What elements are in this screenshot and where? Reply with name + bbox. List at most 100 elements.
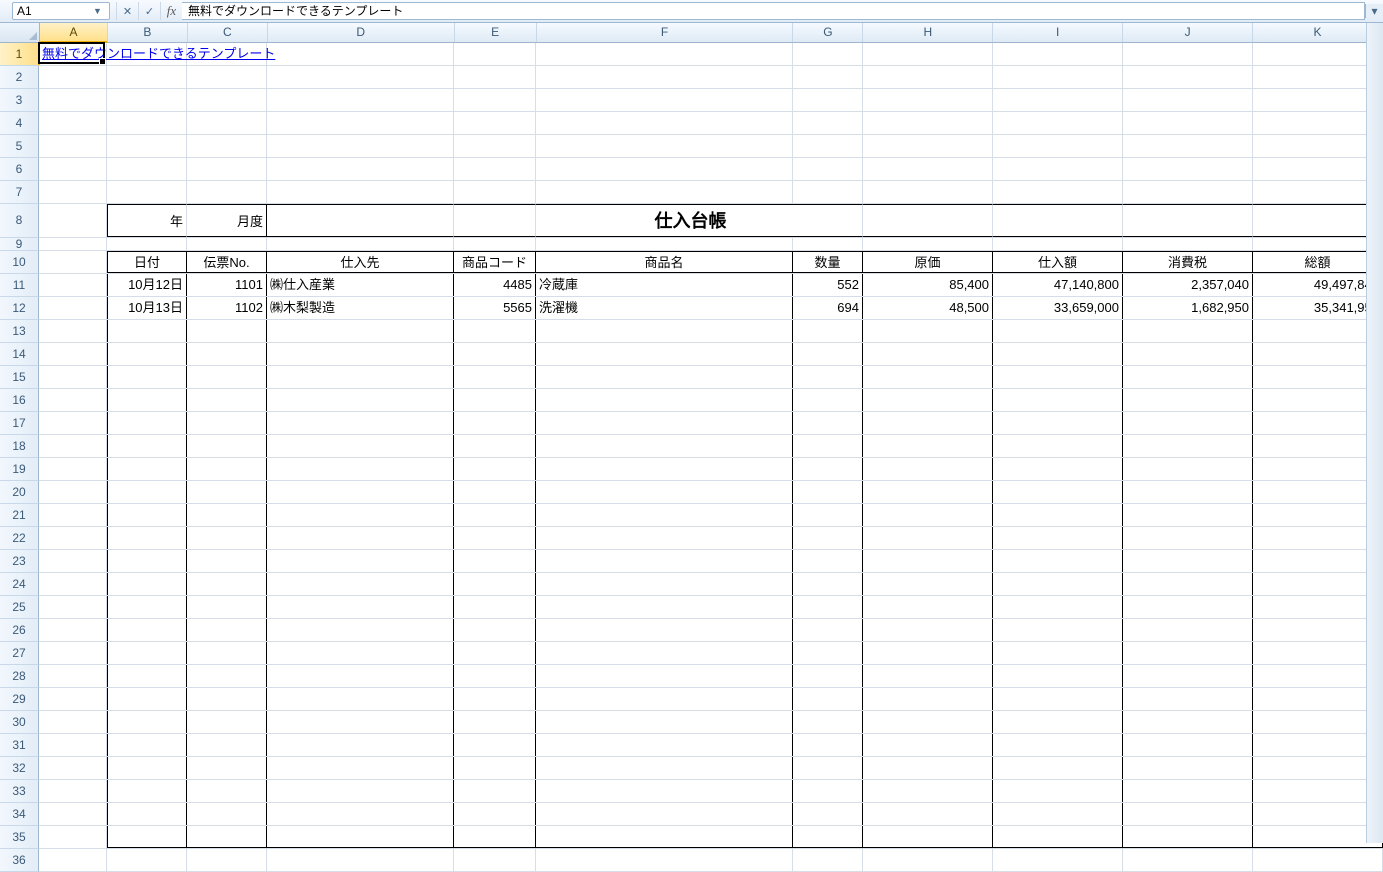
cell[interactable] xyxy=(39,274,107,296)
formula-input[interactable]: 無料でダウンロードできるテンプレート xyxy=(182,2,1365,20)
cell[interactable] xyxy=(536,734,793,756)
cell[interactable] xyxy=(536,619,793,641)
cell[interactable] xyxy=(1123,389,1253,411)
cell[interactable] xyxy=(863,780,993,802)
cell[interactable] xyxy=(267,458,454,480)
cell[interactable] xyxy=(454,665,536,687)
cell[interactable] xyxy=(863,89,993,111)
cell[interactable] xyxy=(187,158,267,180)
cell[interactable] xyxy=(454,66,536,88)
cell[interactable] xyxy=(993,619,1123,641)
hdr-slipno[interactable]: 伝票No. xyxy=(187,251,267,273)
name-box-dropdown-icon[interactable]: ▼ xyxy=(90,6,105,16)
cell[interactable] xyxy=(39,550,107,572)
cell[interactable] xyxy=(793,642,863,664)
cell[interactable] xyxy=(107,89,187,111)
cell[interactable] xyxy=(793,43,863,65)
cell[interactable] xyxy=(39,504,107,526)
cell[interactable] xyxy=(993,803,1123,825)
cell[interactable] xyxy=(536,66,793,88)
cell[interactable] xyxy=(1253,181,1383,203)
cell[interactable] xyxy=(1123,89,1253,111)
cell[interactable] xyxy=(993,181,1123,203)
cell[interactable] xyxy=(1123,757,1253,779)
cell[interactable] xyxy=(1253,757,1383,779)
cell[interactable] xyxy=(267,238,454,250)
row-header[interactable]: 3 xyxy=(0,89,39,112)
cell[interactable] xyxy=(107,619,187,641)
cell[interactable] xyxy=(536,596,793,618)
cell[interactable] xyxy=(107,757,187,779)
cell[interactable] xyxy=(863,389,993,411)
cell[interactable] xyxy=(39,688,107,710)
cell[interactable] xyxy=(863,757,993,779)
cell[interactable] xyxy=(187,826,267,848)
cell[interactable] xyxy=(863,112,993,134)
cell[interactable] xyxy=(793,135,863,157)
cell[interactable] xyxy=(863,343,993,365)
cell[interactable] xyxy=(454,343,536,365)
cell[interactable] xyxy=(993,734,1123,756)
cell[interactable] xyxy=(1253,435,1383,457)
col-header-K[interactable]: K xyxy=(1253,23,1383,42)
cell[interactable] xyxy=(536,320,793,342)
cell[interactable] xyxy=(1123,181,1253,203)
cell[interactable] xyxy=(1253,688,1383,710)
cell[interactable] xyxy=(267,481,454,503)
cell[interactable] xyxy=(1123,826,1253,848)
cell[interactable] xyxy=(1253,826,1383,848)
row-header[interactable]: 9 xyxy=(0,238,39,251)
cell[interactable] xyxy=(267,366,454,388)
cell[interactable] xyxy=(454,135,536,157)
col-header-J[interactable]: J xyxy=(1123,23,1253,42)
cell[interactable] xyxy=(863,238,993,250)
col-header-H[interactable]: H xyxy=(863,23,993,42)
cell[interactable] xyxy=(1253,366,1383,388)
row-header[interactable]: 35 xyxy=(0,826,39,849)
cell-productname[interactable]: 洗濯機 xyxy=(536,297,793,319)
cell[interactable] xyxy=(793,320,863,342)
cell[interactable] xyxy=(107,573,187,595)
cell[interactable] xyxy=(536,642,793,664)
cell[interactable] xyxy=(1253,642,1383,664)
cell[interactable] xyxy=(993,389,1123,411)
cell[interactable] xyxy=(536,458,793,480)
cell[interactable] xyxy=(187,780,267,802)
cell[interactable] xyxy=(1123,780,1253,802)
cell[interactable] xyxy=(1123,527,1253,549)
cell[interactable] xyxy=(993,550,1123,572)
cell[interactable] xyxy=(1123,135,1253,157)
row-header[interactable]: 5 xyxy=(0,135,39,158)
ledger-title[interactable]: 仕入台帳 xyxy=(536,204,793,237)
cell[interactable] xyxy=(1123,734,1253,756)
cell[interactable] xyxy=(1253,458,1383,480)
cell-slipno[interactable]: 1101 xyxy=(187,274,267,296)
cell[interactable] xyxy=(187,412,267,434)
row-header[interactable]: 16 xyxy=(0,389,39,412)
cell[interactable] xyxy=(863,642,993,664)
row-header[interactable]: 4 xyxy=(0,112,39,135)
cell[interactable] xyxy=(793,435,863,457)
cell[interactable] xyxy=(993,780,1123,802)
row-header[interactable]: 25 xyxy=(0,596,39,619)
cell[interactable] xyxy=(863,158,993,180)
cell[interactable] xyxy=(1123,803,1253,825)
cell[interactable] xyxy=(1123,366,1253,388)
cell-slipno[interactable]: 1102 xyxy=(187,297,267,319)
cell[interactable] xyxy=(267,89,454,111)
col-header-F[interactable]: F xyxy=(537,23,794,42)
cell[interactable] xyxy=(1253,504,1383,526)
cell[interactable] xyxy=(1123,711,1253,733)
cell[interactable] xyxy=(454,435,536,457)
cell[interactable] xyxy=(39,435,107,457)
cell[interactable] xyxy=(39,711,107,733)
cell-date[interactable]: 10月13日 xyxy=(107,297,187,319)
cell[interactable] xyxy=(267,711,454,733)
cell[interactable] xyxy=(454,596,536,618)
cell[interactable] xyxy=(267,550,454,572)
cell[interactable] xyxy=(793,504,863,526)
cell[interactable] xyxy=(187,757,267,779)
hdr-productname[interactable]: 商品名 xyxy=(536,251,793,273)
cell[interactable] xyxy=(1123,66,1253,88)
cell[interactable] xyxy=(454,780,536,802)
